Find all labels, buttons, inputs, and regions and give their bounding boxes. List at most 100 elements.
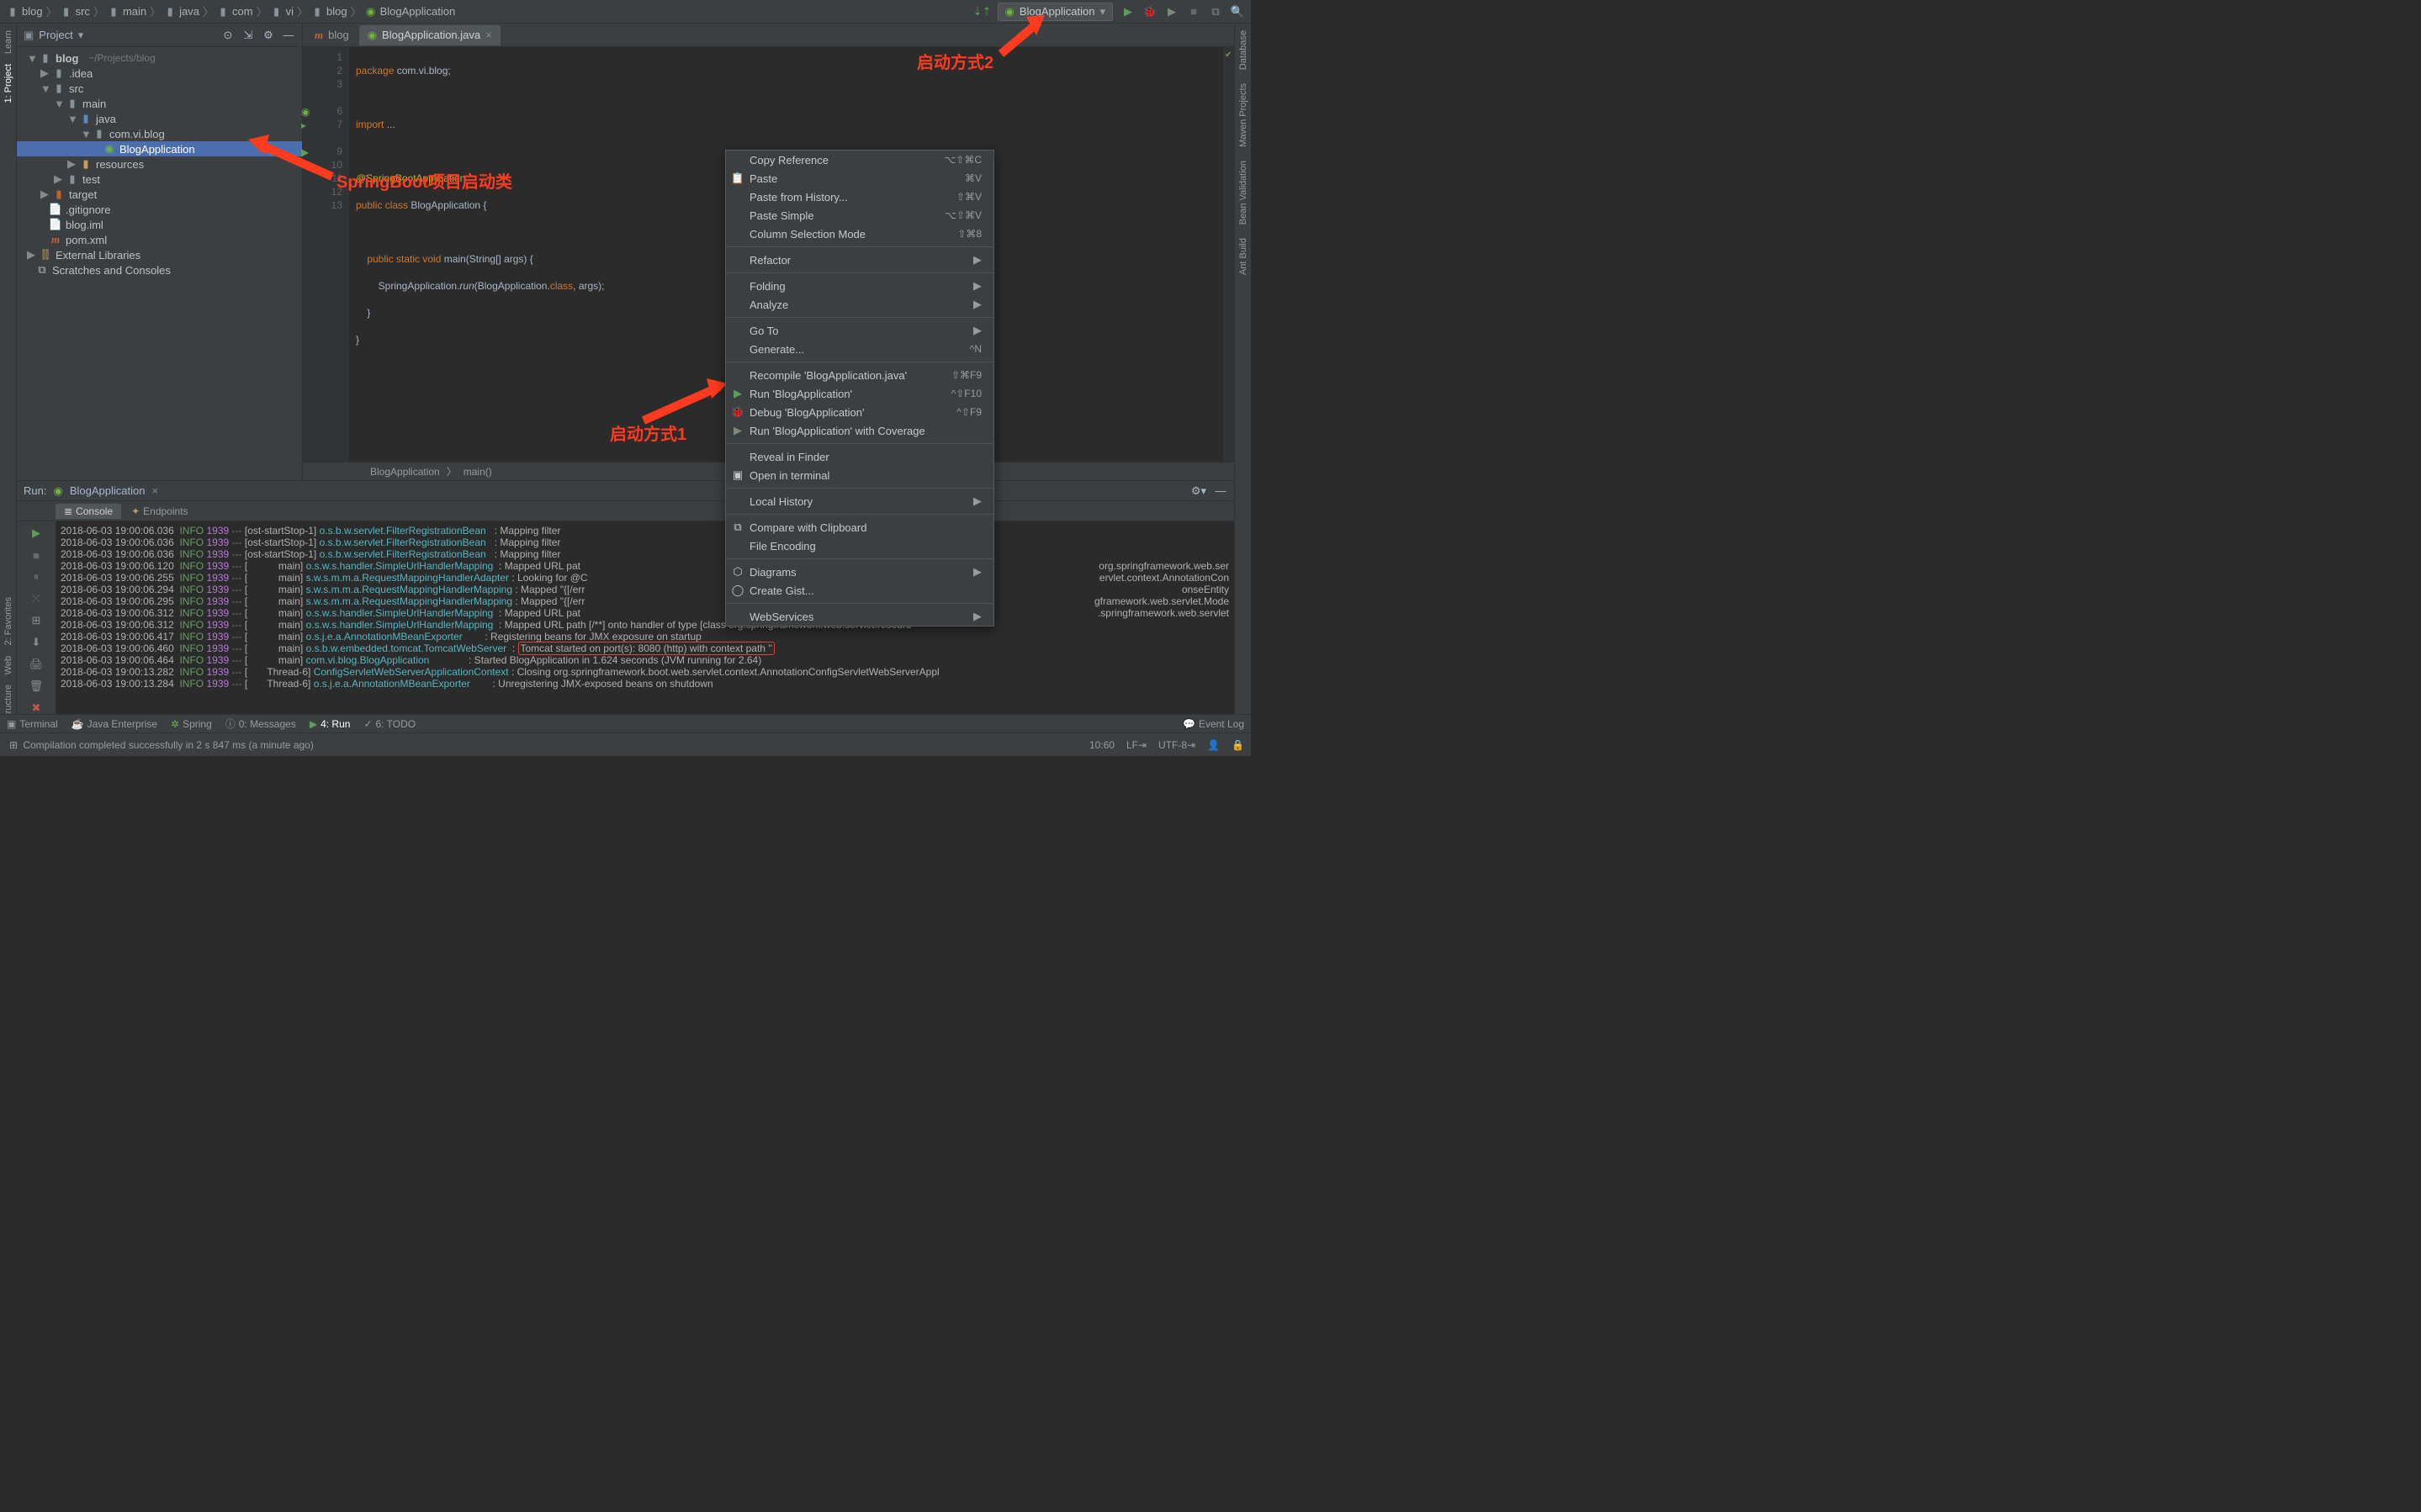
crumb-com[interactable]: ▮com — [217, 5, 253, 18]
crumb-main[interactable]: ▮main — [108, 5, 146, 18]
menu-webservices[interactable]: WebServices▶ — [726, 607, 993, 626]
tree-blog-application[interactable]: ◉BlogApplication — [17, 141, 302, 156]
menu-refactor[interactable]: Refactor▶ — [726, 251, 993, 269]
menu-diagrams[interactable]: ⬡Diagrams▶ — [726, 563, 993, 581]
pause-icon[interactable]: ⏸ — [29, 570, 43, 584]
settings-icon[interactable]: ⚙ — [262, 29, 275, 42]
hide-icon[interactable]: — — [282, 29, 295, 42]
tool-spring[interactable]: ✲ Spring — [171, 718, 212, 730]
menu-run[interactable]: ▶Run 'BlogApplication'^⇧F10 — [726, 384, 993, 403]
run-icon[interactable]: ▶ — [1121, 5, 1135, 19]
stripe-database[interactable]: Database — [1238, 30, 1248, 70]
line-separator[interactable]: LF⇥ — [1126, 739, 1147, 751]
project-tree[interactable]: ▼▮blog ~/Projects/blog ▶▮.idea ▼▮src ▼▮m… — [17, 47, 302, 480]
stripe-favorites[interactable]: 2: Favorites — [3, 597, 13, 645]
console-output[interactable]: 2018-06-03 19:00:06.036 INFO 1939 --- [o… — [56, 521, 1234, 732]
tree-gitignore[interactable]: 📄.gitignore — [17, 202, 302, 217]
run-settings-icon[interactable]: ⚙▾ — [1192, 484, 1205, 498]
menu-local-history[interactable]: Local History▶ — [726, 492, 993, 510]
tool-run[interactable]: ▶ 4: Run — [310, 718, 351, 730]
menu-create-gist[interactable]: ◯Create Gist... — [726, 581, 993, 600]
close-icon[interactable]: × — [485, 29, 492, 41]
tree-test[interactable]: ▶▮test — [17, 172, 302, 187]
menu-goto[interactable]: Go To▶ — [726, 321, 993, 340]
stop-run-icon[interactable]: ■ — [29, 548, 43, 562]
tool-todo[interactable]: ✓ 6: TODO — [363, 718, 416, 730]
inspection-icon[interactable]: 👤 — [1207, 739, 1220, 751]
tree-idea[interactable]: ▶▮.idea — [17, 66, 302, 81]
menu-copy-reference[interactable]: Copy Reference⌥⇧⌘C — [726, 151, 993, 169]
crumb-vi[interactable]: ▮vi — [271, 5, 294, 18]
tool-terminal[interactable]: ▣ Terminal — [7, 718, 58, 730]
tool-windows-icon[interactable]: ⊞ — [7, 738, 20, 752]
build-icon[interactable]: ⇣⇡ — [976, 5, 989, 19]
layout-icon[interactable]: ⊞ — [29, 614, 43, 627]
tree-iml[interactable]: 📄blog.iml — [17, 217, 302, 232]
file-encoding[interactable]: UTF-8⇥ — [1158, 739, 1195, 751]
crumb-java[interactable]: ▮java — [164, 5, 199, 18]
console-tab[interactable]: ≣Console — [56, 504, 121, 519]
debug-icon[interactable]: 🐞 — [1143, 5, 1157, 19]
tree-src[interactable]: ▼▮src — [17, 81, 302, 96]
collapse-icon[interactable]: ⇲ — [241, 29, 255, 42]
crumb-blog[interactable]: ▮blog — [7, 5, 43, 18]
tree-resources[interactable]: ▶▮resources — [17, 156, 302, 172]
tab-blog[interactable]: mblog — [306, 25, 358, 45]
menu-paste-simple[interactable]: Paste Simple⌥⇧⌘V — [726, 206, 993, 225]
run-config-tab[interactable]: BlogApplication — [70, 484, 146, 497]
trash-icon[interactable]: 🗑 — [29, 679, 43, 693]
tool-messages[interactable]: ⓘ 0: Messages — [225, 716, 296, 731]
tree-external-libs[interactable]: ▶⫿⫿External Libraries — [17, 247, 302, 262]
tool-javaee[interactable]: ☕ Java Enterprise — [72, 718, 157, 730]
tool-eventlog[interactable]: 💬 Event Log — [1183, 718, 1244, 730]
breadcrumb-method[interactable]: main() — [464, 466, 492, 478]
run-config-dropdown[interactable]: ◉BlogApplication▾ — [998, 3, 1114, 21]
menu-open-terminal[interactable]: ▣Open in terminal — [726, 466, 993, 484]
caret-position[interactable]: 10:60 — [1089, 739, 1115, 751]
menu-file-encoding[interactable]: File Encoding — [726, 537, 993, 555]
spring-gutter-icon[interactable]: ◉ — [301, 105, 310, 119]
menu-analyze[interactable]: Analyze▶ — [726, 295, 993, 314]
close-run-tab-icon[interactable]: × — [151, 484, 158, 497]
vcs-icon[interactable]: ⧉ — [1209, 5, 1222, 19]
coverage-icon[interactable]: ▶ — [1165, 5, 1179, 19]
crumb-class[interactable]: ◉BlogApplication — [365, 5, 456, 18]
menu-recompile[interactable]: Recompile 'BlogApplication.java'⇧⌘F9 — [726, 366, 993, 384]
menu-generate[interactable]: Generate...^N — [726, 340, 993, 358]
stop-icon[interactable]: ■ — [1187, 5, 1200, 19]
menu-paste[interactable]: 📋Paste⌘V — [726, 169, 993, 188]
print-icon[interactable]: 🖨 — [29, 658, 43, 671]
endpoints-tab[interactable]: ✦Endpoints — [123, 504, 196, 519]
stripe-learn[interactable]: Learn — [3, 30, 13, 54]
tree-scratches[interactable]: ⧉Scratches and Consoles — [17, 262, 302, 278]
menu-coverage[interactable]: ▶Run 'BlogApplication' with Coverage — [726, 421, 993, 440]
tab-blog-application[interactable]: ◉BlogApplication.java× — [359, 25, 501, 45]
locate-icon[interactable]: ⊙ — [221, 29, 235, 42]
dump-icon[interactable]: ⬇ — [29, 636, 43, 649]
menu-folding[interactable]: Folding▶ — [726, 277, 993, 295]
tree-pom[interactable]: mpom.xml — [17, 232, 302, 247]
search-icon[interactable]: 🔍 — [1231, 5, 1244, 19]
breadcrumb-class[interactable]: BlogApplication — [370, 466, 440, 478]
tree-target[interactable]: ▶▮target — [17, 187, 302, 202]
menu-reveal-finder[interactable]: Reveal in Finder — [726, 447, 993, 466]
tree-java[interactable]: ▼▮java — [17, 111, 302, 126]
stripe-maven[interactable]: Maven Projects — [1238, 83, 1248, 147]
crumb-src[interactable]: ▮src — [61, 5, 90, 18]
tree-main[interactable]: ▼▮main — [17, 96, 302, 111]
rerun-icon[interactable]: ▶ — [29, 526, 43, 540]
menu-debug[interactable]: 🐞Debug 'BlogApplication'^⇧F9 — [726, 403, 993, 421]
tree-package[interactable]: ▼▮com.vi.blog — [17, 126, 302, 141]
stripe-ant[interactable]: Ant Build — [1238, 238, 1248, 275]
run-gutter-icon[interactable]: ▸ — [301, 119, 306, 132]
project-header-label[interactable]: Project — [39, 29, 72, 41]
tree-root[interactable]: ▼▮blog ~/Projects/blog — [17, 50, 302, 66]
stripe-bean[interactable]: Bean Validation — [1238, 161, 1248, 225]
menu-compare-clipboard[interactable]: ⧉Compare with Clipboard — [726, 518, 993, 537]
exit-icon[interactable]: ⤫ — [29, 592, 43, 605]
run-gutter-icon-2[interactable]: ▶ — [301, 145, 309, 159]
close-panel-icon[interactable]: ✖ — [29, 701, 43, 715]
stripe-web[interactable]: Web — [3, 656, 13, 674]
menu-paste-history[interactable]: Paste from History...⇧⌘V — [726, 188, 993, 206]
crumb-blogpkg[interactable]: ▮blog — [311, 5, 347, 18]
